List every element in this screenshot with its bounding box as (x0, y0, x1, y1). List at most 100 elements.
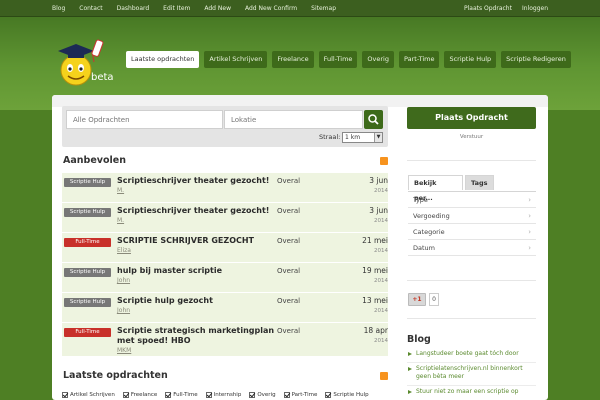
list-item[interactable]: Full-Time Scriptie strategisch marketing… (62, 323, 388, 357)
category-badge[interactable]: Scriptie Hulp (64, 178, 111, 187)
tab-full-time[interactable]: Full-Time (318, 51, 358, 68)
top-nav-left: Blog Contact Dashboard Edit Item Add New… (52, 0, 350, 17)
filter-row-category[interactable]: Categorie › (408, 224, 536, 240)
filter-row-label: Categorie (413, 228, 445, 236)
rss-icon[interactable] (380, 157, 388, 165)
checkbox[interactable] (325, 392, 332, 398)
filter-checkbox[interactable]: Overig (249, 390, 276, 400)
filter-checkbox[interactable]: Full-Time (165, 390, 198, 400)
tab-browse-by[interactable]: Bekijk per... (408, 175, 463, 202)
checkbox[interactable] (205, 392, 212, 398)
topnav-add-new-confirm[interactable]: Add New Confirm (245, 0, 304, 17)
tab-thesis-editing[interactable]: Scriptie Redigeren (501, 51, 571, 68)
topnav-edit-item[interactable]: Edit Item (163, 0, 197, 17)
category-badge[interactable]: Scriptie Hulp (64, 268, 111, 277)
job-author[interactable]: Eliza (117, 247, 131, 254)
chevron-right-icon: › (528, 228, 531, 236)
list-item[interactable]: Scriptie Hulp hulp bij master scriptie J… (62, 263, 388, 293)
job-title[interactable]: hulp bij master scriptie (117, 266, 277, 276)
radius-select[interactable]: 1 km ▼ (342, 132, 383, 143)
topnav-contact[interactable]: Contact (79, 0, 109, 17)
tab-article-writing[interactable]: Artikel Schrijven (204, 51, 268, 68)
list-item[interactable]: Full-Time SCRIPTIE SCHRIJVER GEZOCHT Eli… (62, 233, 388, 263)
category-badge[interactable]: Full-Time (64, 238, 111, 247)
job-location: Overal (277, 297, 301, 305)
filter-label: Part-Time (291, 392, 318, 398)
blog-link[interactable]: Scriptielatenschrijven.nl binnenkort gee… (407, 365, 536, 386)
filter-row-date[interactable]: Datum › (408, 240, 536, 256)
tab-tags[interactable]: Tags (465, 175, 494, 190)
filter-row-label: Datum (413, 244, 435, 252)
job-author[interactable]: M. (117, 187, 124, 194)
blog-title: Blog (407, 334, 431, 345)
search-button[interactable] (364, 110, 383, 129)
filter-label: Full-Time (173, 392, 198, 398)
job-title[interactable]: Scriptie strategisch marketingplan met s… (117, 326, 277, 346)
category-badge[interactable]: Full-Time (64, 328, 111, 337)
filter-row-compensation[interactable]: Vergoeding › (408, 208, 536, 224)
blog-list: Langstudeer boete gaat tóch door Scripti… (407, 350, 536, 400)
list-item[interactable]: Scriptie Hulp Scriptieschrijver theater … (62, 203, 388, 233)
job-title[interactable]: Scriptieschrijver theater gezocht! (117, 206, 277, 216)
beta-label: beta (91, 72, 114, 83)
filter-label: Artikel Schrijven (70, 392, 115, 398)
checkbox[interactable] (62, 392, 68, 398)
job-title[interactable]: SCRIPTIE SCHRIJVER GEZOCHT (117, 236, 277, 246)
topnav-blog[interactable]: Blog (52, 0, 72, 17)
category-badge[interactable]: Scriptie Hulp (64, 298, 111, 307)
tab-other[interactable]: Overig (362, 51, 394, 68)
job-title[interactable]: Scriptie hulp gezocht (117, 296, 277, 306)
topnav-dashboard[interactable]: Dashboard (117, 0, 157, 17)
job-year: 2014 (374, 308, 388, 314)
topnav-sitemap[interactable]: Sitemap (311, 0, 343, 17)
site-logo[interactable]: beta (56, 38, 114, 88)
google-plus-button[interactable]: +1 (408, 293, 426, 306)
chevron-right-icon: › (528, 212, 531, 220)
topnav-add-new[interactable]: Add New (204, 0, 238, 17)
job-year: 2014 (374, 248, 388, 254)
job-author[interactable]: John (117, 307, 130, 314)
google-plus-count: 0 (429, 293, 439, 306)
list-item[interactable]: Scriptie Hulp Scriptie hulp gezocht John… (62, 293, 388, 323)
type-filter-checkboxes: Artikel Schrijven Freelance Full-Time In… (62, 390, 377, 400)
post-job-button[interactable]: Plaats Opdracht (407, 107, 536, 129)
blog-link[interactable]: Langstudeer boete gaat tóch door (407, 350, 536, 363)
filter-checkbox[interactable]: Scriptie Hulp (325, 390, 369, 400)
checkbox[interactable] (122, 392, 129, 398)
top-bar: Blog Contact Dashboard Edit Item Add New… (0, 0, 600, 17)
divider (407, 280, 536, 281)
job-author[interactable]: John (117, 277, 130, 284)
filter-row-type[interactable]: Type › (408, 192, 536, 208)
recommended-title: Aanbevolen (63, 155, 126, 166)
list-item[interactable]: Scriptie Hulp Scriptieschrijver theater … (62, 173, 388, 203)
search-input[interactable] (66, 110, 223, 129)
job-author[interactable]: M. (117, 217, 124, 224)
checkbox[interactable] (283, 392, 290, 398)
tab-thesis-help[interactable]: Scriptie Hulp (444, 51, 497, 68)
job-date: 21 mei (362, 236, 388, 245)
checkbox[interactable] (165, 392, 172, 398)
job-year: 2014 (374, 278, 388, 284)
job-location: Overal (277, 267, 301, 275)
checkbox[interactable] (249, 392, 256, 398)
filter-checkbox[interactable]: Internship (205, 390, 241, 400)
tab-part-time[interactable]: Part-Time (398, 51, 440, 68)
tab-freelance[interactable]: Freelance (272, 51, 314, 68)
category-badge[interactable]: Scriptie Hulp (64, 208, 111, 217)
job-date: 3 jun (369, 176, 388, 185)
topnav-login[interactable]: Inloggen (522, 0, 548, 17)
topnav-post-job[interactable]: Plaats Opdracht (464, 0, 512, 17)
blog-link[interactable]: Stuur niet zo maar een scriptie op (407, 388, 536, 400)
filter-checkbox[interactable]: Part-Time (283, 390, 318, 400)
job-title[interactable]: Scriptieschrijver theater gezocht! (117, 176, 277, 186)
job-year: 2014 (374, 338, 388, 344)
chevron-right-icon: › (528, 196, 531, 204)
job-date: 13 mei (362, 296, 388, 305)
tab-latest-jobs[interactable]: Laatste opdrachten (126, 51, 200, 68)
job-author[interactable]: MKM (117, 347, 131, 354)
location-input[interactable] (224, 110, 363, 129)
rss-icon[interactable] (380, 372, 388, 380)
filter-checkbox[interactable]: Artikel Schrijven (62, 390, 115, 400)
job-date: 19 mei (362, 266, 388, 275)
filter-checkbox[interactable]: Freelance (122, 390, 157, 400)
